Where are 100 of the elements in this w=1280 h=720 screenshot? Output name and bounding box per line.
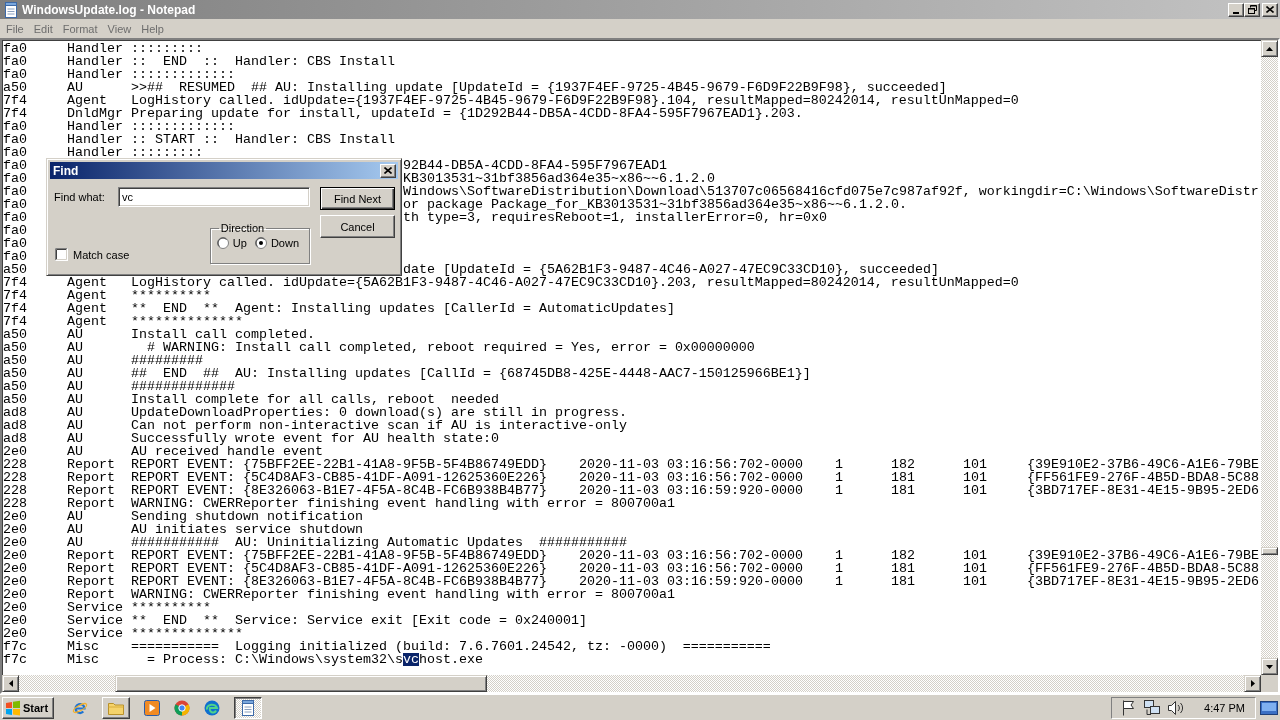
start-button[interactable]: Start xyxy=(2,696,54,719)
thread-id: fa0 xyxy=(3,223,27,238)
close-icon xyxy=(384,167,392,174)
log-message: host.exe xyxy=(418,653,483,666)
thread-id: 228 xyxy=(3,483,27,498)
text-editor[interactable] xyxy=(0,38,1280,694)
log-message: or package Package_for_KB3013531~31bf3856ad364e35~x86~~6.1.2.0. xyxy=(403,198,907,211)
log-field: 182 xyxy=(891,457,915,472)
radio-button[interactable] xyxy=(216,237,229,249)
menu-item[interactable]: Edit xyxy=(28,21,58,36)
restore-button[interactable] xyxy=(1244,2,1260,17)
log-component: AU xyxy=(67,379,83,394)
circle-logo-icon[interactable] xyxy=(174,699,190,716)
menu-item[interactable]: Help xyxy=(136,21,169,36)
log-component: AU xyxy=(67,353,83,368)
log-message: Sending shutdown notification xyxy=(131,509,363,524)
flag-icon[interactable] xyxy=(1120,699,1137,716)
taskbar-button[interactable] xyxy=(234,696,262,719)
find-field[interactable]: vc xyxy=(118,187,310,207)
log-message: >>## RESUMED ## AU: Installing update [UpdateId = {1937F4EF-9725-4B45-9679-F6D9F22B9F98}, succeeded] xyxy=(131,80,947,95)
scroll-right-button[interactable] xyxy=(1244,675,1261,692)
log-field: {FF561FE9-276F-4B5D-BDA8-5C88 xyxy=(1027,470,1259,485)
log-component: Report xyxy=(67,483,115,498)
log-message: :: START :: Handler: CBS Install xyxy=(131,132,395,147)
cancel-button[interactable]: Cancel xyxy=(320,215,395,238)
thread-id: 228 xyxy=(3,496,27,511)
radio-label: Up xyxy=(232,237,247,249)
thread-id: fa0 xyxy=(3,54,27,69)
thread-id: fa0 xyxy=(3,249,27,264)
thread-id: fa0 xyxy=(3,210,27,225)
log-component: AU xyxy=(67,509,83,524)
vertical-scrollbar[interactable] xyxy=(1261,40,1278,675)
log-message: = Process: C:\Windows\system32\s xyxy=(146,653,403,666)
show-desktop-icon[interactable] xyxy=(1260,700,1278,715)
log-component: Report xyxy=(67,496,115,511)
checkbox[interactable] xyxy=(55,248,68,261)
thread-id: 7f4 xyxy=(3,106,27,121)
minimize-button[interactable] xyxy=(1228,2,1244,17)
thread-id: 2e0 xyxy=(3,535,27,550)
log-component: AU xyxy=(67,431,83,446)
log-message: ## END ## AU: Installing updates [CallId = {68745DB8-425E-4448-AAC7-150125966BE1}] xyxy=(131,366,811,381)
log-field: 2020-11-03 03:16:56:702-0000 xyxy=(579,457,803,472)
log-message: =========== Logging initialized (build: 7.6.7601.24542, tz: -0000) =========== xyxy=(131,639,771,654)
log-component: Service xyxy=(67,626,123,641)
log-component: Report xyxy=(67,574,115,589)
thread-id: a50 xyxy=(3,379,27,394)
log-message: WARNING: CWERReporter finishing event handling with error = 800700a1 xyxy=(131,587,675,602)
log-component: Handler xyxy=(67,132,123,147)
log-message: ********** xyxy=(131,288,211,303)
log-message: REPORT EVENT: {8E326063-B1E7-4F5A-8C4B-FC6B938B4B77} xyxy=(131,483,547,498)
radio-button[interactable] xyxy=(254,237,267,249)
close-button[interactable] xyxy=(380,163,396,178)
log-message: ************** xyxy=(131,314,243,329)
checkbox-label: Match case xyxy=(73,248,130,261)
selected-text: vc xyxy=(402,653,419,666)
log-field: 101 xyxy=(963,574,987,589)
thread-id: a50 xyxy=(3,340,27,355)
log-message: ** END ** Service: Service exit [Exit code = 0x240001] xyxy=(131,613,587,628)
log-component: Handler xyxy=(67,54,123,69)
thread-id: 2e0 xyxy=(3,613,27,628)
swirl-logo-icon[interactable] xyxy=(204,699,220,716)
scrollbar-thumb[interactable] xyxy=(1261,547,1278,555)
thread-id: f7c xyxy=(3,652,27,667)
log-message: REPORT EVENT: {75BFF2EE-22B1-41A8-9F5B-5F4B86749EDD} xyxy=(131,548,547,563)
log-message: REPORT EVENT: {8E326063-B1E7-4F5A-8C4B-FC6B938B4B77} xyxy=(131,574,547,589)
find-next-button[interactable]: Find Next xyxy=(320,187,395,210)
log-message: ::::::::::::: xyxy=(131,67,235,82)
scroll-down-button[interactable] xyxy=(1261,658,1278,675)
thread-id: 2e0 xyxy=(3,587,27,602)
up-arrow-icon xyxy=(1266,46,1273,51)
thread-id: 2e0 xyxy=(3,600,27,615)
thread-id: 7f4 xyxy=(3,301,27,316)
log-field: 101 xyxy=(963,548,987,563)
thread-id: 7f4 xyxy=(3,93,27,108)
close-button[interactable] xyxy=(1262,2,1278,17)
log-component: AU xyxy=(67,340,83,355)
thread-id: a50 xyxy=(3,366,27,381)
menu-item[interactable]: Format xyxy=(57,21,103,36)
log-message: Install call completed. xyxy=(131,327,315,342)
direction-label: Direction xyxy=(219,222,266,234)
log-message: ::::::::::::: xyxy=(131,119,235,134)
log-field: 1 xyxy=(835,470,843,485)
clock[interactable]: 4:47 PM xyxy=(1204,701,1245,714)
thread-id: 7f4 xyxy=(3,314,27,329)
scroll-up-button[interactable] xyxy=(1261,40,1278,57)
thread-id: fa0 xyxy=(3,119,27,134)
play-icon[interactable] xyxy=(144,699,160,716)
thread-id: a50 xyxy=(3,327,27,342)
scrollbar-thumb[interactable] xyxy=(115,675,487,692)
notepad-icon xyxy=(240,699,256,716)
menu-item[interactable]: View xyxy=(102,21,137,36)
log-message: KB3013531~31bf3856ad364e35~x86~~6.1.2.0 xyxy=(403,172,715,185)
start-logo-icon xyxy=(5,699,21,716)
network-icon[interactable] xyxy=(1144,699,1161,716)
log-field: {3BD717EF-8E31-4E15-9B95-2ED6 xyxy=(1027,483,1259,498)
scroll-left-button[interactable] xyxy=(2,675,19,692)
horizontal-scrollbar[interactable] xyxy=(2,675,1261,692)
log-message: ************** xyxy=(131,626,243,641)
speaker-icon[interactable] xyxy=(1168,699,1185,716)
thread-id: fa0 xyxy=(3,132,27,147)
